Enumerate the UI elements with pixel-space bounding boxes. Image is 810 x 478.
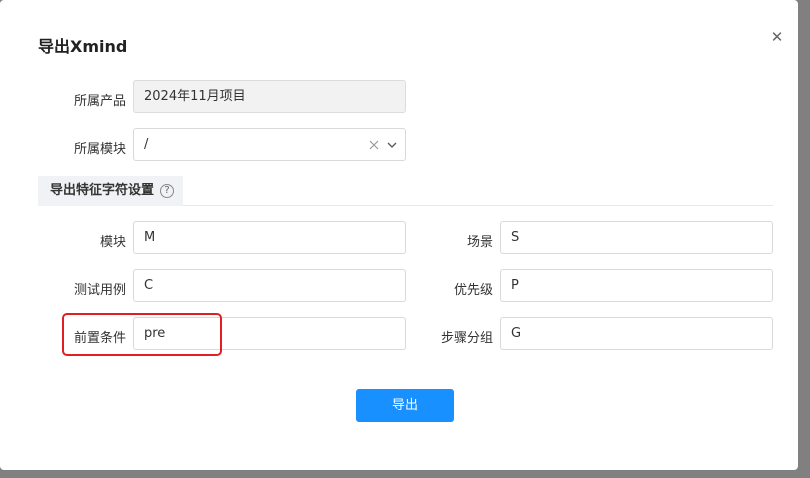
section-header: 导出特征字符设置? — [38, 176, 773, 206]
precondition-char-value: pre — [144, 326, 166, 341]
case-char-value: C — [144, 278, 154, 293]
step-group-char-label: 步骤分组 — [440, 331, 493, 346]
product-value: 2024年11月项目 — [144, 89, 246, 104]
scene-char-value: S — [511, 230, 520, 245]
section-tab: 导出特征字符设置? — [38, 176, 183, 206]
export-xmind-dialog: 导出Xmind ✕ 所属产品 2024年11月项目 所属模块 / 导出特征字符设… — [0, 0, 798, 470]
module-char-value: M — [144, 230, 156, 245]
export-button[interactable]: 导出 — [356, 389, 454, 422]
scene-char-input[interactable]: S — [500, 221, 773, 254]
priority-char-input[interactable]: P — [500, 269, 773, 302]
module-char-input[interactable]: M — [133, 221, 406, 254]
chevron-down-icon[interactable] — [387, 142, 397, 148]
help-icon[interactable]: ? — [160, 183, 175, 198]
clear-icon[interactable] — [369, 140, 379, 150]
precondition-char-label: 前置条件 — [73, 331, 126, 346]
module-char-label: 模块 — [99, 235, 126, 250]
section-title: 导出特征字符设置 — [50, 183, 155, 198]
scene-char-label: 场景 — [466, 235, 493, 250]
dialog-title: 导出Xmind — [38, 37, 128, 56]
product-label: 所属产品 — [73, 94, 126, 109]
case-char-label: 测试用例 — [73, 283, 126, 298]
module-label: 所属模块 — [73, 142, 126, 157]
step-group-char-input[interactable]: G — [500, 317, 773, 350]
precondition-char-input[interactable]: pre — [133, 317, 406, 350]
step-group-char-value: G — [511, 326, 522, 341]
module-value: / — [144, 137, 149, 152]
product-field: 2024年11月项目 — [133, 80, 406, 113]
priority-char-value: P — [511, 278, 519, 293]
priority-char-label: 优先级 — [453, 283, 493, 298]
close-icon[interactable]: ✕ — [768, 28, 786, 46]
module-select[interactable]: / — [133, 128, 406, 161]
case-char-input[interactable]: C — [133, 269, 406, 302]
